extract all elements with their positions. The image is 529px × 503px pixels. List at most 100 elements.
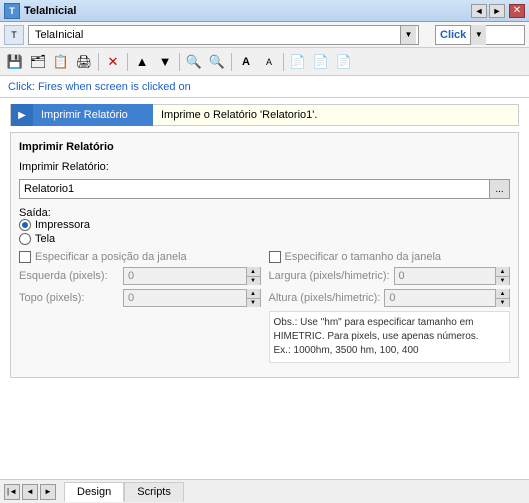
doc3-icon[interactable]: 📄 (333, 51, 355, 73)
event-select-arrow[interactable]: ▼ (470, 25, 486, 45)
width-spinner-row: Largura (pixels/himetric): 0 ▲ ▼ (269, 267, 511, 285)
nav-next-btn[interactable]: ► (40, 484, 56, 500)
report-field-row: Relatorio1 ... (19, 179, 510, 199)
action-list: ▶ Imprimir Relatório Imprime o Relatório… (10, 104, 519, 126)
left-spinner-row: Esquerda (pixels): 0 ▲ ▼ (19, 267, 261, 285)
report-field-value: Relatorio1 (20, 183, 489, 195)
status-bar: |◄ ◄ ► Design Scripts (0, 479, 529, 503)
report-field-btn[interactable]: ... (490, 179, 510, 199)
action-item[interactable]: ▶ Imprimir Relatório Imprime o Relatório… (10, 104, 519, 126)
toolbar-row: T TelaInicial ▼ Click ▼ (0, 22, 529, 48)
window-title: TelaInicial (24, 5, 76, 17)
delete-icon[interactable]: ✕ (102, 51, 124, 73)
height-spin-down[interactable]: ▼ (495, 298, 509, 307)
search2-icon[interactable]: 🔍 (206, 51, 228, 73)
top-field[interactable]: 0 ▲ ▼ (123, 289, 261, 307)
title-bar: T TelaInicial ◄ ► ✕ (0, 0, 529, 22)
radio-tela-row[interactable]: Tela (19, 233, 510, 245)
action-icon: ▶ (11, 104, 33, 126)
check-posicao[interactable] (19, 251, 31, 263)
separator5 (283, 53, 284, 71)
top-label: Topo (pixels): (19, 292, 119, 304)
checkbox-area: Especificar a posição da janela Esquerda… (19, 251, 510, 363)
top-value: 0 (124, 292, 246, 304)
width-spin-up[interactable]: ▲ (495, 267, 509, 276)
tab-design[interactable]: Design (64, 482, 124, 502)
separator1 (98, 53, 99, 71)
search1-icon[interactable]: 🔍 (183, 51, 205, 73)
info-bar: Click: Fires when screen is clicked on (0, 76, 529, 98)
nav-forward-btn[interactable]: ► (489, 4, 505, 18)
window-icon: T (4, 3, 20, 19)
width-label: Largura (pixels/himetric): (269, 270, 390, 282)
props-title: Imprimir Relatório (19, 141, 510, 153)
move-down-icon[interactable]: ▼ (154, 51, 176, 73)
height-spinner-row: Altura (pixels/himetric): 0 ▲ ▼ (269, 289, 511, 307)
font2-icon[interactable]: A (258, 51, 280, 73)
left-spin-up[interactable]: ▲ (246, 267, 260, 276)
report-field[interactable]: Relatorio1 (19, 179, 490, 199)
check-tamanho-label: Especificar o tamanho da janela (285, 251, 442, 263)
check-posicao-label: Especificar a posição da janela (35, 251, 187, 263)
obs-line1: Obs.: Use "hm" para especificar tamanho … (274, 317, 474, 328)
left-field[interactable]: 0 ▲ ▼ (123, 267, 261, 285)
saida-label: Saída: (19, 207, 51, 219)
close-button[interactable]: ✕ (509, 4, 525, 18)
check-posicao-row: Especificar a posição da janela (19, 251, 261, 263)
event-select[interactable]: Click ▼ (435, 25, 525, 45)
icon-toolbar: 💾 🗂 📋 🖨 ✕ ▲ ▼ 🔍 🔍 A A 📄 📄 📄 (0, 48, 529, 76)
height-spinners: ▲ ▼ (495, 289, 509, 307)
checkbox-col-right: Especificar o tamanho da janela Largura … (269, 251, 511, 363)
height-field[interactable]: 0 ▲ ▼ (384, 289, 510, 307)
height-value: 0 (385, 292, 495, 304)
obs-text: Obs.: Use "hm" para especificar tamanho … (269, 311, 511, 363)
screen-select-arrow[interactable]: ▼ (400, 26, 416, 44)
tab-bar: Design Scripts (60, 482, 184, 502)
radio-impressora-row[interactable]: Impressora (19, 219, 510, 231)
top-spinners: ▲ ▼ (246, 289, 260, 307)
separator4 (231, 53, 232, 71)
tab-scripts[interactable]: Scripts (124, 482, 184, 502)
print-report-label: Imprimir Relatório: (19, 161, 149, 173)
font1-icon[interactable]: A (235, 51, 257, 73)
obs-line2: HIMETRIC. Para pixels, use apenas número… (274, 331, 479, 342)
check-tamanho-row: Especificar o tamanho da janela (269, 251, 511, 263)
left-spinners: ▲ ▼ (246, 267, 260, 285)
left-value: 0 (124, 270, 246, 282)
action-name: Imprimir Relatório (33, 104, 153, 126)
check-tamanho[interactable] (269, 251, 281, 263)
radio-impressora-label: Impressora (35, 219, 90, 231)
nav-first-btn[interactable]: |◄ (4, 484, 20, 500)
height-label: Altura (pixels/himetric): (269, 292, 381, 304)
top-spinner-row: Topo (pixels): 0 ▲ ▼ (19, 289, 261, 307)
width-spinners: ▲ ▼ (495, 267, 509, 285)
save-icon[interactable]: 💾 (4, 51, 26, 73)
open-icon[interactable]: 🗂 (27, 51, 49, 73)
separator3 (179, 53, 180, 71)
copy-icon[interactable]: 📋 (50, 51, 72, 73)
top-spin-down[interactable]: ▼ (246, 298, 260, 307)
nav-back-btn[interactable]: ◄ (471, 4, 487, 18)
screen-select[interactable]: TelaInicial ▼ (28, 25, 419, 45)
radio-tela[interactable] (19, 233, 31, 245)
print-report-row: Imprimir Relatório: (19, 161, 510, 173)
width-spin-down[interactable]: ▼ (495, 276, 509, 285)
width-value: 0 (395, 270, 495, 282)
doc1-icon[interactable]: 📄 (287, 51, 309, 73)
radio-impressora[interactable] (19, 219, 31, 231)
saida-section: Saída: Impressora Tela (19, 207, 510, 245)
print-icon[interactable]: 🖨 (73, 51, 95, 73)
doc2-icon[interactable]: 📄 (310, 51, 332, 73)
move-up-icon[interactable]: ▲ (131, 51, 153, 73)
height-spin-up[interactable]: ▲ (495, 289, 509, 298)
width-field[interactable]: 0 ▲ ▼ (394, 267, 510, 285)
top-spin-up[interactable]: ▲ (246, 289, 260, 298)
screen-icon: T (4, 25, 24, 45)
nav-buttons: |◄ ◄ ► (0, 484, 60, 500)
separator2 (127, 53, 128, 71)
event-select-label: Click (436, 29, 470, 41)
checkbox-col-left: Especificar a posição da janela Esquerda… (19, 251, 261, 363)
props-panel: Imprimir Relatório Imprimir Relatório: R… (10, 132, 519, 378)
nav-prev-btn[interactable]: ◄ (22, 484, 38, 500)
left-spin-down[interactable]: ▼ (246, 276, 260, 285)
